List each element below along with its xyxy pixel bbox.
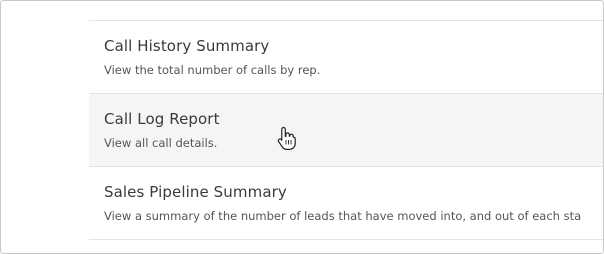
hand-pointer-icon	[277, 126, 296, 150]
reports-panel: Call History Summary View the total numb…	[0, 0, 604, 254]
report-title[interactable]: Call Log Report	[104, 110, 220, 128]
report-title[interactable]: Call History Summary	[104, 37, 269, 55]
report-title[interactable]: Sales Pipeline Summary	[104, 183, 287, 201]
report-item-call-log-report[interactable]: Call Log Report View all call details.	[89, 94, 603, 167]
report-description: View all call details.	[104, 136, 218, 150]
report-description: View a summary of the number of leads th…	[104, 209, 582, 223]
report-item-sales-pipeline-summary[interactable]: Sales Pipeline Summary View a summary of…	[89, 167, 603, 240]
report-description: View the total number of calls by rep.	[104, 63, 321, 77]
report-item-call-history-summary[interactable]: Call History Summary View the total numb…	[89, 21, 603, 94]
report-list: Call History Summary View the total numb…	[89, 21, 603, 240]
